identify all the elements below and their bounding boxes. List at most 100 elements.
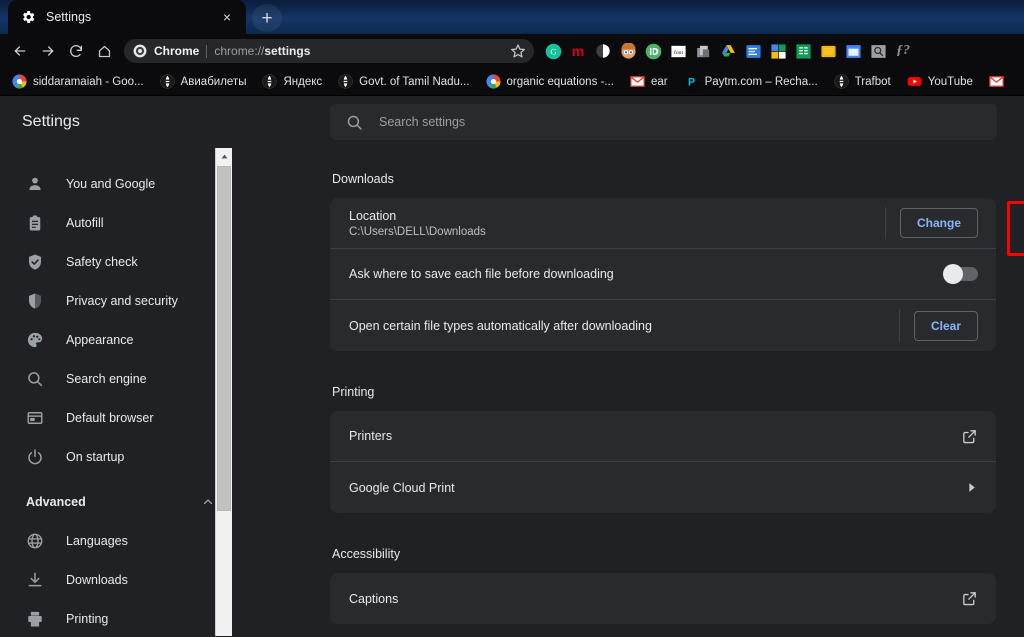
- mega-extension-icon[interactable]: m: [567, 40, 589, 62]
- dark-reader-extension-icon[interactable]: [592, 40, 614, 62]
- font-square-icon: font: [670, 45, 686, 57]
- sidebar-item-printing[interactable]: Printing: [0, 599, 232, 636]
- arrow-right-icon: [42, 46, 54, 56]
- google-icon: [486, 74, 500, 89]
- globe-icon: [27, 533, 43, 548]
- search-input[interactable]: [379, 115, 981, 129]
- bookmark-item[interactable]: Яндекс: [254, 71, 330, 93]
- google-keep-extension-icon[interactable]: [742, 40, 764, 62]
- font-finder-extension-icon[interactable]: font: [667, 40, 689, 62]
- captions-row[interactable]: Captions: [330, 573, 996, 624]
- sidebar-item-label: Default browser: [66, 410, 154, 425]
- bookmark-item[interactable]: Авиабилеты: [152, 71, 255, 93]
- sidebar-item-you-and-google[interactable]: You and Google: [0, 164, 232, 203]
- sidebar-item-languages[interactable]: Languages: [0, 521, 232, 560]
- character-avatar-extension-icon[interactable]: [617, 40, 639, 62]
- grammarly-extension-icon[interactable]: G: [542, 40, 564, 62]
- url-prefix: chrome://: [214, 44, 265, 58]
- globe-icon: [263, 74, 277, 89]
- downloads-card: Location C:\Users\DELL\Downloads Change …: [330, 198, 996, 351]
- chevron-right-icon[interactable]: [965, 481, 978, 494]
- downloads-location-row: Location C:\Users\DELL\Downloads Change: [330, 198, 996, 249]
- ask-where-to-save-toggle[interactable]: [943, 264, 978, 284]
- sidebar-scrollbar[interactable]: [215, 148, 232, 636]
- svg-text:font: font: [673, 48, 683, 55]
- accessibility-card: Captions: [330, 573, 996, 624]
- youtube-icon: [907, 77, 922, 86]
- external-link-icon[interactable]: [961, 590, 978, 607]
- stacked-pages-icon: [696, 45, 709, 57]
- bookmark-item[interactable]: YouTube: [899, 71, 981, 93]
- equation-extension-icon[interactable]: ƒ?: [892, 40, 914, 62]
- search-tool-extension-icon[interactable]: [867, 40, 889, 62]
- bookmark-item[interactable]: siddaramaiah - Goo...: [4, 71, 152, 93]
- sidebar-item-safety-check[interactable]: Safety check: [0, 242, 232, 281]
- external-link-icon[interactable]: [961, 428, 978, 445]
- reload-button[interactable]: [62, 37, 90, 65]
- sidebar-item-appearance[interactable]: Appearance: [0, 320, 232, 359]
- sidebar-item-search-engine[interactable]: Search engine: [0, 359, 232, 398]
- omnibox[interactable]: Chrome chrome://settings: [124, 39, 534, 63]
- back-button[interactable]: [6, 37, 34, 65]
- google-sheets-extension-icon[interactable]: [792, 40, 814, 62]
- bookmark-item[interactable]: Govt. of Tamil Nadu...: [330, 71, 477, 93]
- google-drive-extension-icon[interactable]: [717, 40, 739, 62]
- close-icon[interactable]: ×: [218, 8, 236, 26]
- toggle-knob: [943, 264, 963, 284]
- row-label: Open certain file types automatically af…: [349, 318, 652, 333]
- sidebar-item-label: Printing: [66, 611, 109, 626]
- star-icon[interactable]: [510, 43, 526, 59]
- scroll-up-arrow-icon[interactable]: [216, 148, 232, 165]
- globe-icon: [338, 74, 353, 89]
- sidebar-item-label: Languages: [66, 533, 128, 548]
- gear-icon: [23, 11, 35, 23]
- yellow-note-icon: [820, 45, 836, 57]
- power-icon: [28, 448, 42, 464]
- bookmark-label: Paytm.com – Recha...: [704, 75, 818, 88]
- bookmark-item[interactable]: [981, 71, 1018, 93]
- sidebar-item-default-browser[interactable]: Default browser: [0, 398, 232, 437]
- annotation-highlight-box: [1007, 201, 1024, 256]
- sidebar-scrollbar-thumb[interactable]: [217, 166, 231, 511]
- grammarly-glyph-icon: G: [545, 43, 561, 59]
- omnibox-chip-label: Chrome: [154, 44, 200, 58]
- gmail-icon: [989, 76, 1004, 87]
- screen-capture-extension-icon[interactable]: [842, 40, 864, 62]
- bookmark-label: Trafbot: [854, 75, 891, 88]
- drive-triangle-icon: [721, 44, 735, 56]
- bookmark-label: organic equations -...: [506, 75, 614, 88]
- row-divider: [898, 309, 900, 342]
- pushbullet-extension-icon[interactable]: [642, 40, 664, 62]
- row-label: Captions: [349, 591, 399, 606]
- copy-all-urls-extension-icon[interactable]: [692, 40, 714, 62]
- sidebar-item-privacy-and-security[interactable]: Privacy and security: [0, 281, 232, 320]
- forward-button[interactable]: [34, 37, 62, 65]
- tab-title: Settings: [46, 10, 92, 24]
- sidebar-item-autofill[interactable]: Autofill: [0, 203, 232, 242]
- row-label: Ask where to save each file before downl…: [349, 267, 614, 281]
- sticky-notes-extension-icon[interactable]: [817, 40, 839, 62]
- sheets-grid-icon: [795, 43, 811, 59]
- bookmark-item[interactable]: ear: [622, 71, 676, 93]
- sidebar-section-advanced[interactable]: Advanced: [0, 482, 232, 521]
- avatar-face-icon: [620, 42, 636, 59]
- google-cloud-print-row[interactable]: Google Cloud Print: [330, 462, 996, 513]
- row-label: Google Cloud Print: [349, 480, 455, 495]
- sidebar-item-on-startup[interactable]: On startup: [0, 437, 232, 476]
- palette-icon: [27, 332, 43, 347]
- new-tab-button[interactable]: +: [252, 4, 282, 32]
- bookmark-item[interactable]: P Paytm.com – Recha...: [676, 71, 826, 93]
- search-icon: [347, 115, 362, 130]
- browser-tab-settings[interactable]: Settings ×: [8, 0, 246, 34]
- row-sublabel: C:\Users\DELL\Downloads: [349, 225, 486, 238]
- sidebar-item-downloads[interactable]: Downloads: [0, 560, 232, 599]
- bookmark-item[interactable]: organic equations -...: [478, 71, 622, 93]
- clear-auto-open-button[interactable]: Clear: [913, 310, 978, 341]
- bookmark-item[interactable]: Trafbot: [826, 71, 899, 93]
- change-download-location-button[interactable]: Change: [899, 208, 978, 238]
- printers-row[interactable]: Printers: [330, 411, 996, 462]
- url-path: settings: [264, 44, 311, 58]
- home-button[interactable]: [90, 37, 118, 65]
- settings-search-box[interactable]: [330, 104, 997, 140]
- office-extension-icon[interactable]: [767, 40, 789, 62]
